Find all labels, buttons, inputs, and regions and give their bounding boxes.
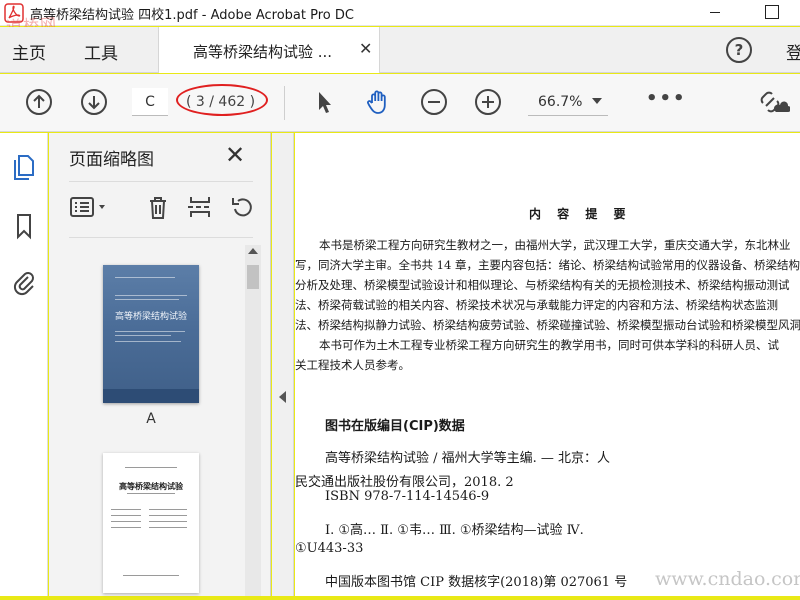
title-bar: 高等桥梁结构试验 四校1.pdf - Adobe Acrobat Pro DC bbox=[0, 0, 800, 26]
thumbnail-page-cover[interactable]: 高等桥梁结构试验 bbox=[103, 265, 199, 403]
cover-band bbox=[103, 389, 199, 403]
cip-line: ①U443-33 bbox=[295, 541, 364, 556]
maximize-button[interactable] bbox=[758, 2, 784, 24]
summary-line: 法、桥梁结构拟静力试验、桥梁结构疲劳试验、桥梁碰撞试验、桥梁模型振动台试验和桥梁… bbox=[295, 318, 800, 332]
zoom-out-icon[interactable] bbox=[420, 88, 448, 116]
close-panel-icon[interactable]: ✕ bbox=[225, 141, 245, 169]
watermark-url: www.cndao.com bbox=[655, 568, 800, 590]
summary-line: 本书可作为土木工程专业桥梁工程方向研究生的教学用书，同时可供本学科的科研人员、试 bbox=[319, 338, 779, 352]
bookmark-icon[interactable] bbox=[10, 211, 38, 241]
page-number-input[interactable]: C bbox=[132, 88, 168, 116]
acrobat-logo-icon bbox=[4, 3, 24, 23]
tab-document[interactable]: 高等桥梁结构试验 ... ✕ bbox=[158, 27, 380, 73]
tab-bar: 主页 工具 高等桥梁结构试验 ... ✕ ? 登 bbox=[0, 27, 800, 73]
previous-page-icon[interactable] bbox=[25, 88, 53, 116]
thumbnail-page-label: A bbox=[146, 411, 156, 427]
cover-book-title: 高等桥梁结构试验 bbox=[114, 312, 187, 322]
cip-heading: 图书在版编目(CIP)数据 bbox=[325, 419, 465, 434]
panel-title: 页面缩略图 bbox=[69, 150, 154, 170]
attachment-icon[interactable] bbox=[10, 267, 38, 297]
summary-line: 分析及处理、桥梁模型试验设计和相似理论、与桥梁结构有关的无损检测技术、桥梁结构振… bbox=[295, 278, 790, 292]
thumbnail-options-icon[interactable] bbox=[69, 193, 109, 221]
panel-collapse-handle[interactable] bbox=[272, 133, 294, 596]
cip-line: 民交通出版社股份有限公司，2018. 2 bbox=[295, 475, 514, 490]
document-page[interactable]: 内 容 提 要 本书是桥梁工程方向研究生教材之一，由福州大学，武汉理工大学，重庆… bbox=[295, 133, 800, 596]
rotate-page-icon[interactable] bbox=[227, 193, 257, 221]
left-navigation-rail bbox=[0, 133, 48, 596]
panel-divider bbox=[69, 181, 253, 182]
toolbar: C ( 3 / 462 ) 66.7% ••• bbox=[0, 74, 800, 132]
cip-line: 中国版本图书馆 CIP 数据核字(2018)第 027061 号 bbox=[325, 575, 628, 590]
panel-divider bbox=[69, 237, 253, 238]
sign-in-link[interactable]: 登 bbox=[786, 39, 800, 64]
hand-tool-icon[interactable] bbox=[364, 88, 392, 116]
tab-home[interactable]: 主页 bbox=[12, 39, 46, 64]
summary-line: 本书是桥梁工程方向研究生教材之一，由福州大学，武汉理工大学，重庆交通大学，东北林… bbox=[319, 238, 791, 252]
toolbar-divider bbox=[284, 86, 285, 120]
more-tools-button[interactable]: ••• bbox=[646, 88, 687, 109]
split-page-icon[interactable] bbox=[185, 193, 215, 221]
document-tab-label: 高等桥梁结构试验 ... bbox=[193, 43, 333, 61]
page-thumbnails-panel: 页面缩略图 ✕ 高等桥梁结构试验 A 高等桥梁结构试验 bbox=[49, 133, 271, 596]
scroll-up-icon[interactable] bbox=[248, 248, 258, 254]
title-page-book-title: 高等桥梁结构试验 bbox=[119, 481, 183, 491]
summary-line: 写，同济大学主审。全书共 14 章，主要内容包括：绪论、桥梁结构试验常用的仪器设… bbox=[295, 258, 800, 272]
page-count: ( 3 / 462 ) bbox=[186, 94, 256, 110]
close-tab-icon[interactable]: ✕ bbox=[359, 39, 372, 58]
page-thumbnails-icon[interactable] bbox=[10, 151, 38, 181]
select-arrow-icon[interactable] bbox=[310, 88, 338, 116]
summary-line: 关工程技术人员参考。 bbox=[295, 358, 410, 372]
summary-line: 法、桥梁荷载试验的相关内容、桥梁技术状况与承载能力评定的内容和方法、桥梁结构状态… bbox=[295, 298, 778, 312]
chevron-down-icon[interactable] bbox=[592, 98, 602, 104]
window-title: 高等桥梁结构试验 四校1.pdf - Adobe Acrobat Pro DC bbox=[30, 8, 354, 23]
summary-heading: 内 容 提 要 bbox=[529, 207, 632, 221]
next-page-icon[interactable] bbox=[80, 88, 108, 116]
tab-tools[interactable]: 工具 bbox=[84, 39, 118, 64]
zoom-in-icon[interactable] bbox=[474, 88, 502, 116]
share-link-icon[interactable] bbox=[756, 88, 790, 116]
thumbnail-page-title[interactable]: 高等桥梁结构试验 bbox=[103, 453, 199, 593]
help-button[interactable]: ? bbox=[726, 37, 752, 63]
cip-line: Ⅰ. ①高… Ⅱ. ①韦… Ⅲ. ①桥梁结构—试验 Ⅳ. bbox=[325, 523, 584, 538]
minimize-button[interactable] bbox=[702, 2, 728, 24]
thumbnails-scrollbar[interactable] bbox=[245, 245, 261, 596]
collapse-left-icon[interactable] bbox=[279, 391, 286, 403]
cip-line: ISBN 978-7-114-14546-9 bbox=[325, 489, 490, 504]
scrollbar-thumb[interactable] bbox=[247, 265, 259, 289]
delete-page-icon[interactable] bbox=[143, 193, 173, 221]
cip-line: 高等桥梁结构试验 / 福州大学等主编. — 北京：人 bbox=[325, 451, 611, 466]
